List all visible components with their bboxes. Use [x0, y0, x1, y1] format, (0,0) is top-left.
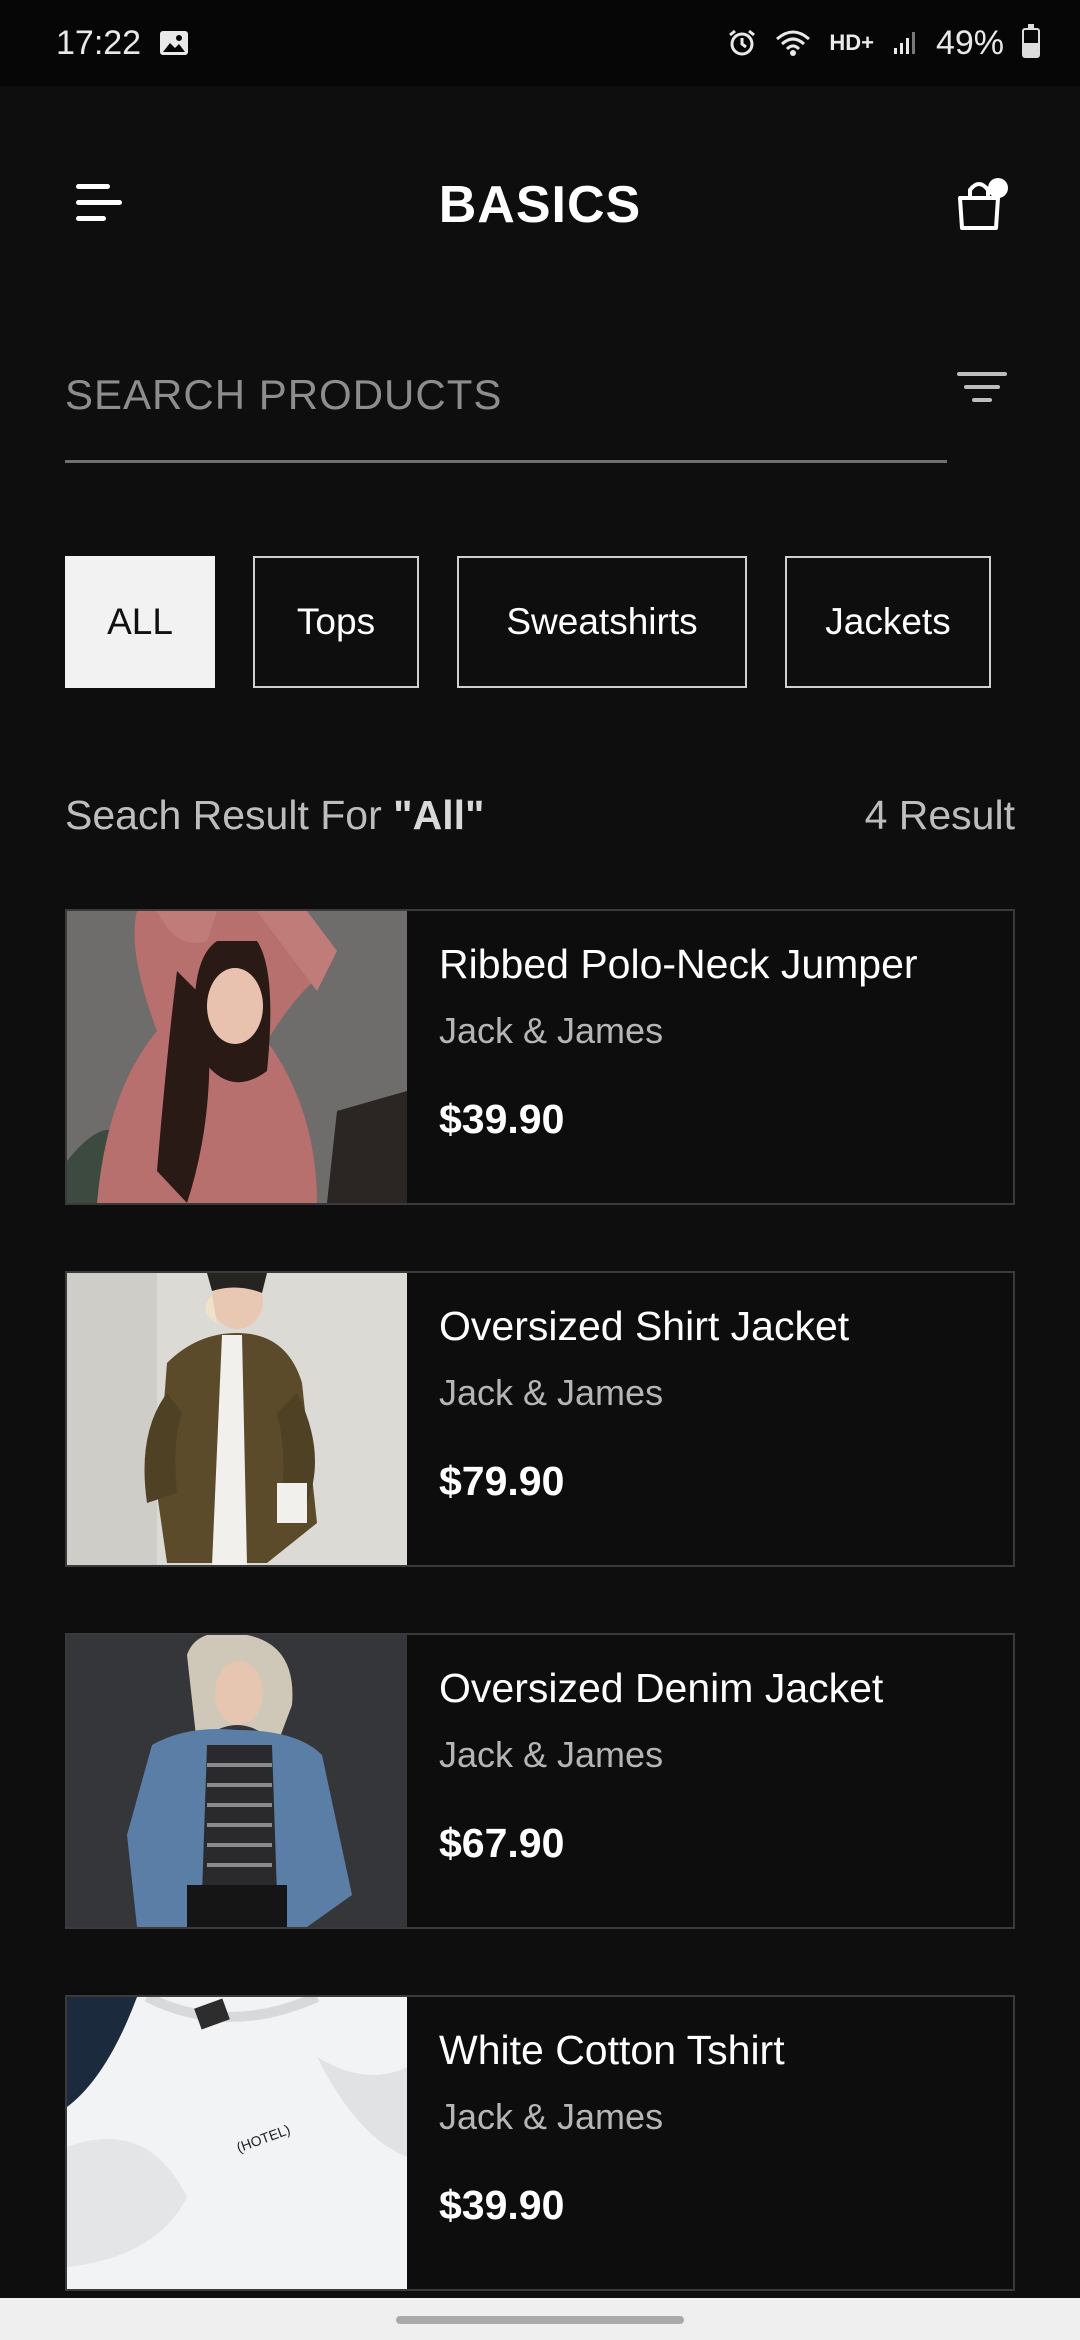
- tab-tops[interactable]: Tops: [253, 556, 419, 688]
- product-list: Ribbed Polo-Neck Jumper Jack & James $39…: [65, 909, 1015, 2340]
- tab-all[interactable]: ALL: [65, 556, 215, 688]
- product-info: Oversized Shirt Jacket Jack & James $79.…: [407, 1273, 849, 1565]
- wifi-icon: [775, 29, 811, 57]
- page-title: BASICS: [438, 176, 642, 234]
- battery-icon: [1022, 24, 1040, 58]
- product-image: (HOTEL): [67, 1997, 407, 2289]
- alarm-icon: [727, 28, 757, 58]
- product-price: $79.90: [439, 1458, 565, 1504]
- product-price: $67.90: [439, 1820, 565, 1866]
- home-gesture-handle[interactable]: [396, 2316, 684, 2324]
- product-info: Ribbed Polo-Neck Jumper Jack & James $39…: [407, 911, 918, 1203]
- product-image: [67, 1635, 407, 1927]
- search-bar: [65, 355, 947, 463]
- product-price: $39.90: [439, 1096, 565, 1142]
- product-card[interactable]: Oversized Shirt Jacket Jack & James $79.…: [65, 1271, 1015, 1567]
- product-image: [67, 911, 407, 1203]
- results-query: "All": [393, 791, 485, 838]
- search-input[interactable]: [65, 355, 947, 435]
- status-bar: 17:22 HD+ 49%: [0, 0, 1080, 86]
- product-name: Oversized Denim Jacket: [439, 1665, 884, 1711]
- tab-jackets[interactable]: Jackets: [785, 556, 991, 688]
- navigation-bar: [0, 2298, 1080, 2340]
- product-brand: Jack & James: [439, 1734, 664, 1775]
- image-icon: [159, 30, 189, 56]
- results-prefix: Seach Result For: [65, 791, 394, 838]
- product-card[interactable]: Ribbed Polo-Neck Jumper Jack & James $39…: [65, 909, 1015, 1205]
- product-card[interactable]: (HOTEL) White Cotton Tshirt Jack & James…: [65, 1995, 1015, 2291]
- hamburger-menu-icon[interactable]: [76, 184, 124, 224]
- product-info: Oversized Denim Jacket Jack & James $67.…: [407, 1635, 883, 1927]
- shopping-bag-icon[interactable]: [954, 176, 1010, 232]
- product-brand: Jack & James: [439, 1372, 664, 1413]
- product-name: Ribbed Polo-Neck Jumper: [439, 941, 918, 987]
- product-card[interactable]: Oversized Denim Jacket Jack & James $67.…: [65, 1633, 1015, 1929]
- signal-icon: [892, 30, 918, 56]
- product-info: White Cotton Tshirt Jack & James $39.90: [407, 1997, 785, 2289]
- status-time: 17:22: [56, 23, 142, 62]
- product-name: White Cotton Tshirt: [439, 2027, 785, 2073]
- network-type: HD+: [829, 30, 874, 55]
- product-price: $39.90: [439, 2182, 565, 2228]
- results-label: Seach Result For "All": [65, 792, 484, 839]
- status-left: 17:22: [56, 24, 189, 63]
- tab-sweatshirts[interactable]: Sweatshirts: [457, 556, 747, 688]
- results-header: Seach Result For "All" 4 Result: [65, 780, 1015, 850]
- status-right: HD+ 49%: [727, 24, 1040, 63]
- category-tabs: ALL Tops Sweatshirts Jackets: [65, 556, 991, 688]
- product-image: [67, 1273, 407, 1565]
- app-header: BASICS: [0, 150, 1080, 260]
- product-brand: Jack & James: [439, 2096, 664, 2137]
- product-brand: Jack & James: [439, 1010, 664, 1051]
- results-count: 4 Result: [864, 791, 1015, 838]
- product-list-screen: 17:22 HD+ 49% BASICS SEARCH PRODUCTS ALL…: [0, 0, 1080, 2340]
- filter-icon[interactable]: [956, 372, 1008, 412]
- battery-percent: 49%: [935, 23, 1004, 62]
- product-name: Oversized Shirt Jacket: [439, 1303, 850, 1349]
